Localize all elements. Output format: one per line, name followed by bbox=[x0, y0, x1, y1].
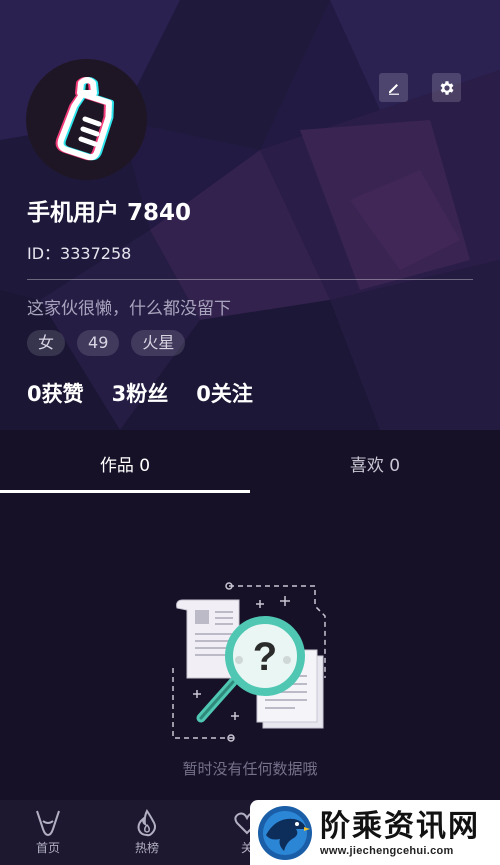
tab-works-label: 作品 0 bbox=[99, 456, 151, 476]
stats-row: 0获赞 3粉丝 0关注 bbox=[27, 378, 253, 408]
eagle-logo-icon bbox=[258, 805, 312, 860]
divider bbox=[27, 279, 473, 280]
tag-list: 女 49 火星 bbox=[27, 330, 186, 356]
profile-header: 手机用户 7840 ID：3337258 这家伙很懒，什么都没留下 女 49 火… bbox=[0, 0, 500, 430]
tag-age: 49 bbox=[77, 330, 120, 356]
tab-likes[interactable]: 喜欢 0 bbox=[250, 430, 500, 496]
active-tab-indicator bbox=[0, 490, 250, 493]
nickname: 手机用户 7840 bbox=[27, 200, 192, 226]
watermark-url: www.jiechengcehui.com bbox=[320, 844, 454, 857]
tab-likes-label: 喜欢 0 bbox=[349, 456, 401, 476]
document-search-icon: ? bbox=[172, 582, 326, 742]
nav-trending-label: 热榜 bbox=[134, 841, 159, 855]
bio: 这家伙很懒，什么都没留下 bbox=[27, 299, 231, 319]
user-id: ID：3337258 bbox=[27, 244, 132, 263]
baby-bottle-icon bbox=[55, 76, 114, 160]
watermark-text: 阶乘资讯网 www.jiechengcehui.com bbox=[320, 809, 480, 857]
svg-text:?: ? bbox=[253, 635, 277, 679]
empty-state-message: 暂时没有任何数据哦 bbox=[182, 760, 318, 778]
nav-trending[interactable]: 热榜 bbox=[97, 800, 197, 865]
nav-home[interactable]: 首页 bbox=[0, 800, 97, 865]
nav-home-label: 首页 bbox=[35, 841, 60, 855]
pencil-icon bbox=[388, 83, 399, 95]
tag-location: 火星 bbox=[131, 330, 186, 356]
watermark: 阶乘资讯网 www.jiechengcehui.com bbox=[250, 800, 500, 865]
stat-followers[interactable]: 3粉丝 bbox=[112, 378, 169, 408]
settings-button[interactable] bbox=[432, 73, 461, 102]
content-tabs: 作品 0 喜欢 0 bbox=[0, 430, 500, 496]
tab-works[interactable]: 作品 0 bbox=[0, 430, 250, 496]
flame-icon bbox=[137, 809, 156, 837]
stat-likes[interactable]: 0获赞 bbox=[27, 378, 84, 408]
gear-icon bbox=[440, 80, 453, 95]
stat-following[interactable]: 0关注 bbox=[196, 378, 253, 408]
avatar[interactable] bbox=[26, 59, 147, 180]
home-icon bbox=[36, 810, 60, 837]
edit-profile-button[interactable] bbox=[379, 73, 408, 102]
tag-gender: 女 bbox=[27, 330, 66, 356]
watermark-name: 阶乘资讯网 bbox=[320, 808, 480, 844]
